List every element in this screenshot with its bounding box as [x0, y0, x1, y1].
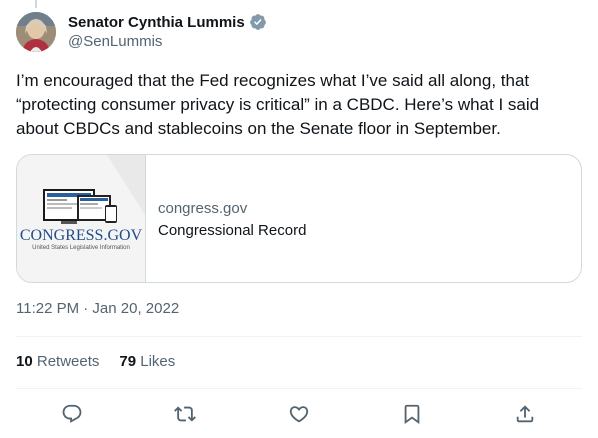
reply-button[interactable] — [56, 398, 88, 430]
retweets-label: Retweets — [36, 353, 100, 370]
like-button[interactable] — [283, 398, 315, 430]
avatar[interactable] — [16, 12, 56, 52]
likes-label: Likes — [140, 353, 176, 370]
tweet-text: I’m encouraged that the Fed recognizes w… — [16, 71, 540, 138]
card-title: Congressional Record — [158, 222, 307, 239]
card-logo-subtitle: United States Legislative Information — [32, 245, 130, 251]
card-thumbnail: CONGRESS.GOV United States Legislative I… — [17, 155, 146, 282]
likes-count: 79 — [119, 353, 137, 370]
share-button[interactable] — [509, 398, 541, 430]
author-handle[interactable]: @SenLummis — [68, 33, 267, 50]
author-block: Senator Cynthia Lummis @SenLummis — [68, 12, 267, 50]
avatar-image — [16, 12, 56, 52]
engagement-stats: 10 Retweets 79 Likes — [16, 353, 195, 370]
tweet-timestamp[interactable]: 11:22 PM · Jan 20, 2022 — [16, 300, 179, 317]
reply-icon — [62, 404, 82, 423]
card-domain: congress.gov — [158, 200, 248, 217]
retweets-stat[interactable]: 10 Retweets — [16, 353, 99, 370]
action-bar — [16, 398, 582, 430]
thread-connector-line — [35, 0, 37, 8]
author-display-name[interactable]: Senator Cynthia Lummis — [68, 14, 245, 31]
bookmark-icon — [404, 404, 420, 425]
divider — [16, 388, 582, 389]
share-icon — [516, 405, 534, 423]
divider — [16, 336, 582, 337]
retweet-icon — [174, 406, 196, 422]
link-card[interactable]: CONGRESS.GOV United States Legislative I… — [16, 154, 582, 283]
bookmark-button[interactable] — [396, 398, 428, 430]
card-meta: congress.gov Congressional Record — [146, 155, 306, 282]
likes-stat[interactable]: 79 Likes — [119, 353, 175, 370]
card-logo-text: CONGRESS.GOV — [19, 227, 143, 244]
like-icon — [289, 406, 309, 423]
retweets-count: 10 — [16, 353, 33, 370]
retweet-button[interactable] — [169, 398, 201, 430]
congress-gov-logo-graphic — [17, 155, 145, 282]
verified-badge-icon — [249, 13, 267, 31]
